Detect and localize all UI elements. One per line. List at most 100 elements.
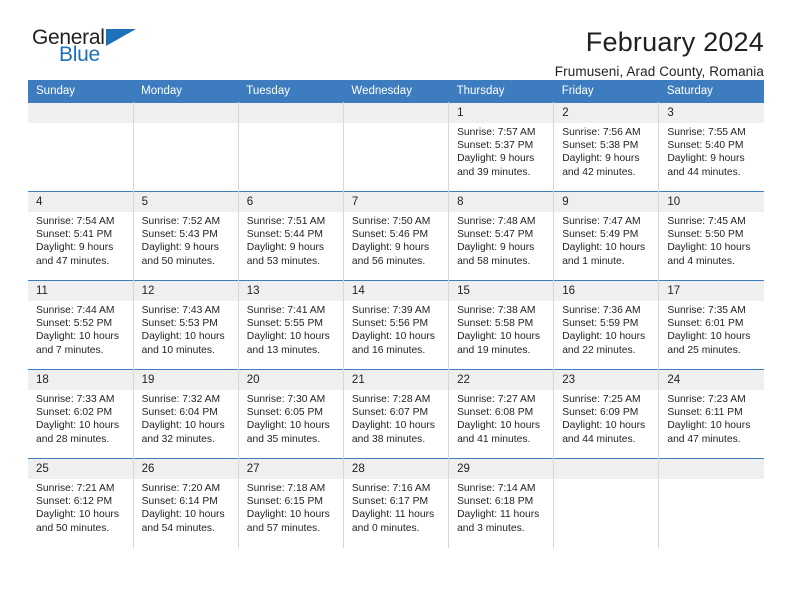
logo-triangle-icon [106, 29, 136, 46]
weekday-header-saturday: Saturday [658, 80, 764, 103]
day-number: 2 [554, 103, 659, 123]
calendar-day-cell[interactable]: 21 Sunrise: 7:28 AM Sunset: 6:07 PM Dayli… [342, 369, 450, 459]
day-number: 18 [28, 370, 133, 390]
calendar-day-cell[interactable]: 26 Sunrise: 7:20 AM Sunset: 6:14 PM Dayli… [132, 458, 239, 548]
day-sun-details: Sunrise: 7:21 AM Sunset: 6:12 PM Dayligh… [36, 483, 119, 534]
calendar-week-row: 11 Sunrise: 7:44 AM Sunset: 5:52 PM Dayli… [28, 280, 764, 370]
day-sun-details: Sunrise: 7:25 AM Sunset: 6:09 PM Dayligh… [562, 394, 646, 445]
calendar-day-cell[interactable]: 9 Sunrise: 7:47 AM Sunset: 5:49 PM Daylig… [553, 191, 660, 281]
day-sun-details: Sunrise: 7:16 AM Sunset: 6:17 PM Dayligh… [351, 483, 435, 534]
page-title: February 2024 [585, 27, 764, 57]
day-number: 5 [133, 192, 238, 212]
day-number: 20 [238, 370, 343, 390]
calendar-day-cell-empty [237, 102, 344, 192]
day-number: 12 [133, 281, 238, 301]
day-number [659, 459, 764, 479]
day-number: 26 [133, 459, 238, 479]
day-number: 24 [659, 370, 764, 390]
day-sun-details: Sunrise: 7:28 AM Sunset: 6:07 PM Dayligh… [351, 394, 435, 445]
calendar-day-cell-empty [553, 458, 660, 548]
day-number: 15 [449, 281, 554, 301]
calendar-day-cell[interactable]: 11 Sunrise: 7:44 AM Sunset: 5:52 PM Dayli… [28, 280, 134, 370]
day-sun-details: Sunrise: 7:38 AM Sunset: 5:58 PM Dayligh… [457, 305, 541, 356]
calendar-day-cell[interactable]: 3 Sunrise: 7:55 AM Sunset: 5:40 PM Daylig… [658, 102, 764, 192]
general-blue-logo: General Blue [28, 26, 140, 72]
calendar-day-cell[interactable]: 5 Sunrise: 7:52 AM Sunset: 5:43 PM Daylig… [132, 191, 239, 281]
day-number: 16 [554, 281, 659, 301]
day-sun-details: Sunrise: 7:30 AM Sunset: 6:05 PM Dayligh… [246, 394, 330, 445]
calendar-day-cell[interactable]: 1 Sunrise: 7:57 AM Sunset: 5:37 PM Daylig… [448, 102, 555, 192]
calendar-day-cell[interactable]: 20 Sunrise: 7:30 AM Sunset: 6:05 PM Dayli… [237, 369, 344, 459]
calendar-day-cell[interactable]: 10 Sunrise: 7:45 AM Sunset: 5:50 PM Dayli… [658, 191, 764, 281]
calendar-day-cell[interactable]: 8 Sunrise: 7:48 AM Sunset: 5:47 PM Daylig… [448, 191, 555, 281]
logo-text-blue: Blue [59, 43, 100, 66]
title-block: February 2024 Frumuseni, Arad County, Ro… [555, 26, 764, 82]
calendar-day-cell[interactable]: 27 Sunrise: 7:18 AM Sunset: 6:15 PM Dayli… [237, 458, 344, 548]
day-sun-details: Sunrise: 7:54 AM Sunset: 5:41 PM Dayligh… [36, 216, 115, 267]
calendar-week-row: 18 Sunrise: 7:33 AM Sunset: 6:02 PM Dayli… [28, 369, 764, 459]
day-sun-details: Sunrise: 7:43 AM Sunset: 5:53 PM Dayligh… [141, 305, 225, 356]
day-number: 21 [343, 370, 449, 390]
day-number: 1 [449, 103, 554, 123]
calendar-day-cell[interactable]: 19 Sunrise: 7:32 AM Sunset: 6:04 PM Dayli… [132, 369, 239, 459]
day-number: 7 [343, 192, 449, 212]
weekday-header-monday: Monday [133, 80, 239, 103]
day-sun-details: Sunrise: 7:39 AM Sunset: 5:56 PM Dayligh… [351, 305, 435, 356]
day-number: 11 [28, 281, 133, 301]
calendar-body: 1 Sunrise: 7:57 AM Sunset: 5:37 PM Daylig… [28, 102, 764, 548]
calendar-day-cell[interactable]: 7 Sunrise: 7:50 AM Sunset: 5:46 PM Daylig… [342, 191, 450, 281]
calendar-day-cell[interactable]: 13 Sunrise: 7:41 AM Sunset: 5:55 PM Dayli… [237, 280, 344, 370]
calendar-day-cell[interactable]: 24 Sunrise: 7:23 AM Sunset: 6:11 PM Dayli… [658, 369, 764, 459]
calendar-day-cell[interactable]: 2 Sunrise: 7:56 AM Sunset: 5:38 PM Daylig… [553, 102, 660, 192]
calendar-day-cell[interactable]: 18 Sunrise: 7:33 AM Sunset: 6:02 PM Dayli… [28, 369, 134, 459]
calendar-day-cell-empty [658, 458, 764, 548]
calendar-day-cell[interactable]: 12 Sunrise: 7:43 AM Sunset: 5:53 PM Dayli… [132, 280, 239, 370]
calendar-header-row: Sunday Monday Tuesday Wednesday Thursday Frid… [28, 80, 764, 103]
calendar-week-row: 25 Sunrise: 7:21 AM Sunset: 6:12 PM Dayli… [28, 458, 764, 548]
day-sun-details: Sunrise: 7:50 AM Sunset: 5:46 PM Dayligh… [351, 216, 431, 267]
calendar-week-row: 1 Sunrise: 7:57 AM Sunset: 5:37 PM Daylig… [28, 102, 764, 192]
weekday-header-sunday: Sunday [28, 80, 134, 103]
day-sun-details: Sunrise: 7:14 AM Sunset: 6:18 PM Dayligh… [457, 483, 540, 534]
calendar-day-cell[interactable]: 23 Sunrise: 7:25 AM Sunset: 6:09 PM Dayli… [553, 369, 660, 459]
calendar-day-cell[interactable]: 14 Sunrise: 7:39 AM Sunset: 5:56 PM Dayli… [342, 280, 450, 370]
day-sun-details: Sunrise: 7:33 AM Sunset: 6:02 PM Dayligh… [36, 394, 119, 445]
day-sun-details: Sunrise: 7:51 AM Sunset: 5:44 PM Dayligh… [246, 216, 326, 267]
day-sun-details: Sunrise: 7:44 AM Sunset: 5:52 PM Dayligh… [36, 305, 119, 356]
calendar-day-cell-empty [132, 102, 239, 192]
calendar-day-cell[interactable]: 4 Sunrise: 7:54 AM Sunset: 5:41 PM Daylig… [28, 191, 134, 281]
day-number: 4 [28, 192, 133, 212]
calendar-day-cell-empty [28, 102, 134, 192]
page-header: General Blue February 2024 Frumuseni, Ar… [28, 0, 764, 79]
day-number: 22 [449, 370, 554, 390]
sunrise-sunset-calendar: Sunday Monday Tuesday Wednesday Thursday Frid… [28, 80, 764, 548]
calendar-page: General Blue February 2024 Frumuseni, Ar… [0, 0, 792, 612]
calendar-day-cell[interactable]: 25 Sunrise: 7:21 AM Sunset: 6:12 PM Dayli… [28, 458, 134, 548]
day-sun-details: Sunrise: 7:23 AM Sunset: 6:11 PM Dayligh… [667, 394, 751, 445]
day-number: 23 [554, 370, 659, 390]
day-number: 17 [659, 281, 764, 301]
calendar-day-cell[interactable]: 29 Sunrise: 7:14 AM Sunset: 6:18 PM Dayli… [448, 458, 555, 548]
calendar-day-cell[interactable]: 17 Sunrise: 7:35 AM Sunset: 6:01 PM Dayli… [658, 280, 764, 370]
day-sun-details: Sunrise: 7:41 AM Sunset: 5:55 PM Dayligh… [246, 305, 330, 356]
calendar-day-cell[interactable]: 6 Sunrise: 7:51 AM Sunset: 5:44 PM Daylig… [237, 191, 344, 281]
day-number: 13 [238, 281, 343, 301]
calendar-day-cell[interactable]: 22 Sunrise: 7:27 AM Sunset: 6:08 PM Dayli… [448, 369, 555, 459]
day-sun-details: Sunrise: 7:18 AM Sunset: 6:15 PM Dayligh… [246, 483, 330, 534]
day-number [238, 103, 343, 123]
day-number: 10 [659, 192, 764, 212]
day-number [554, 459, 659, 479]
day-sun-details: Sunrise: 7:48 AM Sunset: 5:47 PM Dayligh… [457, 216, 536, 267]
day-sun-details: Sunrise: 7:52 AM Sunset: 5:43 PM Dayligh… [141, 216, 221, 267]
day-number: 8 [449, 192, 554, 212]
day-sun-details: Sunrise: 7:45 AM Sunset: 5:50 PM Dayligh… [667, 216, 751, 267]
day-number [133, 103, 238, 123]
day-number: 29 [449, 459, 554, 479]
day-number: 25 [28, 459, 133, 479]
calendar-day-cell[interactable]: 16 Sunrise: 7:36 AM Sunset: 5:59 PM Dayli… [553, 280, 660, 370]
day-number: 28 [343, 459, 449, 479]
calendar-day-cell[interactable]: 28 Sunrise: 7:16 AM Sunset: 6:17 PM Dayli… [342, 458, 450, 548]
weekday-header-wednesday: Wednesday [343, 80, 449, 103]
day-number: 3 [659, 103, 764, 123]
calendar-day-cell[interactable]: 15 Sunrise: 7:38 AM Sunset: 5:58 PM Dayli… [448, 280, 555, 370]
